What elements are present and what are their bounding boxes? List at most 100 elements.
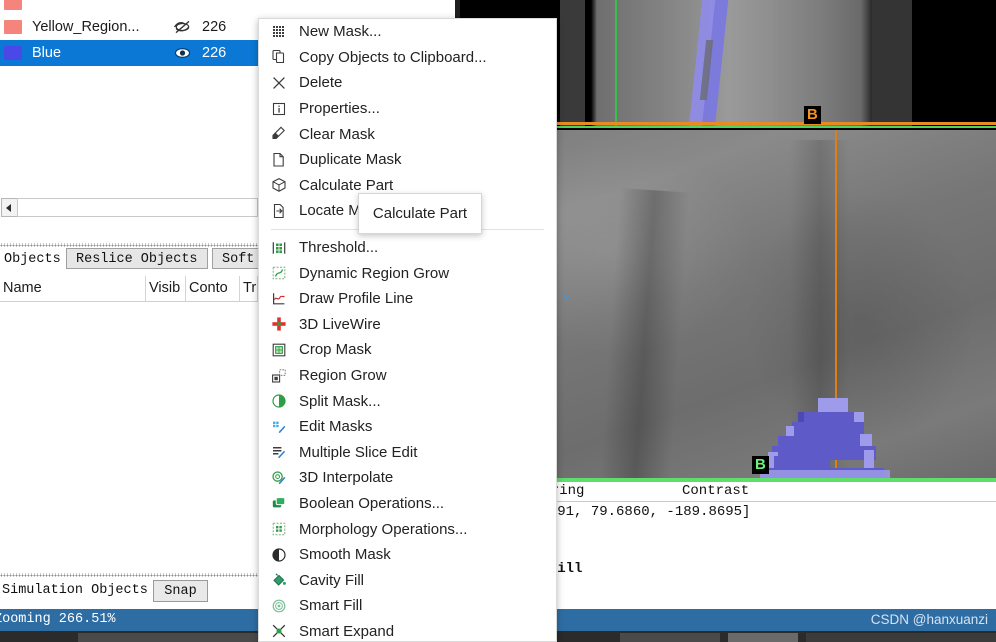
chevron-down-icon[interactable]: ⌄ (560, 285, 573, 303)
menu-item-copy-objects-to-clipboard[interactable]: Copy Objects to Clipboard... (259, 45, 556, 71)
taskbar-item[interactable] (728, 633, 798, 642)
blue-mask-overlay (760, 398, 910, 482)
menu-item-label: Properties... (299, 100, 380, 118)
menu-item-crop-mask[interactable]: Crop Mask (259, 337, 556, 363)
simulation-objects-bar: Simulation Objects (0, 578, 258, 604)
menu-item-label: Boolean Operations... (299, 494, 445, 512)
menu-item-smart-expand[interactable]: Smart Expand (259, 619, 556, 641)
menu-item-delete[interactable]: Delete (259, 70, 556, 96)
cube-icon (259, 177, 299, 193)
column-header-visib[interactable]: Visib (146, 276, 186, 301)
tab-soft[interactable]: Soft (212, 248, 258, 269)
header-divider (0, 301, 258, 302)
snap-button[interactable]: Snap (153, 580, 208, 602)
eye-hidden-icon[interactable] (162, 20, 202, 34)
menu-item-label: 3D Interpolate (299, 469, 394, 487)
taskbar-item[interactable] (806, 633, 996, 642)
menu-item-draw-profile-line[interactable]: Draw Profile Line (259, 286, 556, 312)
dynamic-region-grow-icon (259, 265, 299, 281)
list-item[interactable]: Yellow_Region... 226 (0, 14, 258, 40)
tooltip: Calculate Part (358, 193, 482, 234)
tab-contrast[interactable]: Contrast (682, 482, 749, 500)
morphology-icon (259, 521, 299, 537)
menu-item-label: Clear Mask (299, 125, 375, 143)
scroll-left-arrow-icon[interactable] (1, 198, 18, 217)
menu-item-label: 3D LiveWire (299, 315, 381, 333)
zoom-status: Zooming 266.51% (0, 609, 258, 631)
marker-b-bottom: B (752, 456, 769, 474)
panel-splitter-bottom[interactable] (0, 573, 258, 577)
marker-b-top: B (804, 106, 821, 124)
tab-objects[interactable]: Objects (0, 248, 71, 269)
menu-item-threshold[interactable]: Threshold... (259, 235, 556, 261)
eye-visible-icon[interactable] (162, 46, 202, 60)
object-value: 226 (202, 19, 227, 35)
taskbar-item[interactable] (620, 633, 720, 642)
menu-item-label: Duplicate Mask (299, 151, 402, 169)
multi-slice-edit-icon (259, 444, 299, 460)
menu-item-dynamic-region-grow[interactable]: Dynamic Region Grow (259, 260, 556, 286)
split-mask-icon (259, 393, 299, 409)
soft-tissue-right (872, 0, 912, 128)
column-header-tr[interactable]: Tr (240, 276, 258, 301)
menu-item-label: Copy Objects to Clipboard... (299, 48, 487, 66)
object-list-panel: Yellow_Region... 226 Blue 226 Objects Re… (0, 0, 258, 642)
bone-image (585, 0, 885, 128)
panel-tabs: Objects Reslice Objects Soft (0, 247, 258, 271)
simulation-objects-label: Simulation Objects (2, 583, 148, 598)
menu-item-label: Dynamic Region Grow (299, 264, 450, 282)
menu-item-boolean-operations[interactable]: Boolean Operations... (259, 491, 556, 517)
menu-item-duplicate-mask[interactable]: Duplicate Mask (259, 147, 556, 173)
menu-item-morphology-operations[interactable]: Morphology Operations... (259, 516, 556, 542)
table-column-headers: Name Visib Conto Tr (0, 276, 258, 302)
menu-item-cavity-fill[interactable]: Cavity Fill (259, 567, 556, 593)
cavity-fill-icon (259, 572, 299, 588)
livewire-icon (259, 316, 299, 332)
crosshair-vertical[interactable] (615, 0, 617, 128)
menu-item-smooth-mask[interactable]: Smooth Mask (259, 542, 556, 568)
menu-item-edit-masks[interactable]: Edit Masks (259, 414, 556, 440)
menu-item-label: Split Mask... (299, 392, 381, 410)
info-icon (259, 101, 299, 117)
tooltip-text: Calculate Part (372, 205, 468, 222)
menu-item-label: Edit Masks (299, 418, 373, 436)
tab-reslice-objects[interactable]: Reslice Objects (66, 248, 208, 269)
menu-item-label: Smart Expand (299, 622, 395, 640)
list-item-selected[interactable]: Blue 226 (0, 40, 258, 66)
menu-item-smart-fill[interactable]: Smart Fill (259, 593, 556, 619)
menu-item-region-grow[interactable]: Region Grow (259, 363, 556, 389)
smooth-mask-icon (259, 547, 299, 563)
menu-item-label: Crop Mask (299, 341, 372, 359)
menu-item-3d-livewire[interactable]: 3D LiveWire (259, 312, 556, 338)
horizontal-scrollbar[interactable] (0, 196, 258, 217)
boolean-ops-icon (259, 495, 299, 511)
mask-context-menu[interactable]: New Mask... Copy Objects to Clipboard... D… (258, 18, 557, 642)
menu-item-split-mask[interactable]: Split Mask... (259, 388, 556, 414)
menu-item-label: Draw Profile Line (299, 290, 414, 308)
menu-item-label: Region Grow (299, 367, 387, 385)
menu-item-label: Threshold... (299, 239, 379, 257)
menu-item-multiple-slice-edit[interactable]: Multiple Slice Edit (259, 440, 556, 466)
tab-underline (0, 270, 258, 271)
menu-item-label: Calculate Part (299, 176, 394, 194)
smart-expand-icon (259, 623, 299, 639)
menu-item-clear-mask[interactable]: Clear Mask (259, 121, 556, 147)
menu-item-label: Delete (299, 74, 343, 92)
object-name: Blue (32, 45, 62, 61)
watermark: CSDN @hanxuanzi (870, 612, 988, 627)
interpolate-icon (259, 470, 299, 486)
grid-mask-icon (259, 24, 299, 40)
color-swatch (4, 20, 22, 34)
profile-line-icon (259, 291, 299, 307)
edit-masks-icon (259, 419, 299, 435)
smart-fill-icon (259, 598, 299, 614)
scrollbar-track[interactable] (17, 198, 258, 217)
menu-item-3d-interpolate[interactable]: 3D Interpolate (259, 465, 556, 491)
crop-mask-icon (259, 342, 299, 358)
menu-item-properties[interactable]: Properties... (259, 96, 556, 122)
menu-item-label: Smart Fill (299, 597, 363, 615)
eraser-icon (259, 126, 299, 142)
column-header-name[interactable]: Name (0, 276, 146, 301)
menu-item-new-mask[interactable]: New Mask... (259, 19, 556, 45)
column-header-conto[interactable]: Conto (186, 276, 240, 301)
